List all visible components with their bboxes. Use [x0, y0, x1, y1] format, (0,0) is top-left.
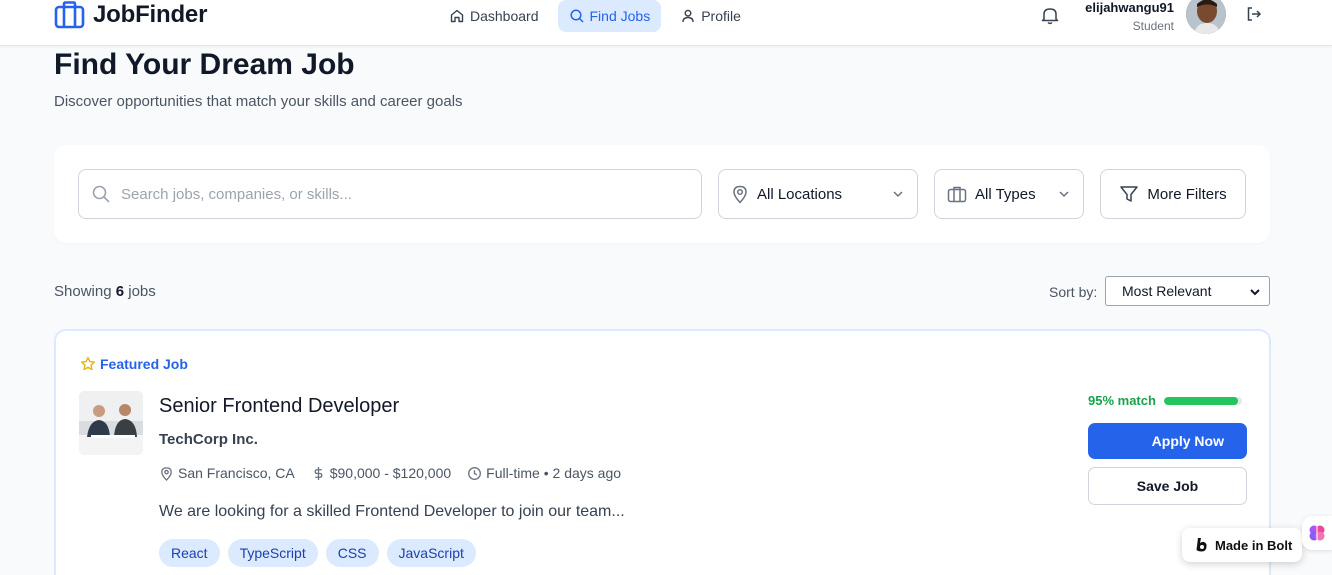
job-card[interactable]: Featured Job Senior Frontend Developer T…: [54, 329, 1271, 575]
nav-dashboard[interactable]: Dashboard: [438, 0, 550, 32]
briefcase-icon: [54, 1, 85, 29]
job-type-dropdown[interactable]: All Types: [934, 169, 1084, 219]
more-filters-label: More Filters: [1147, 185, 1227, 203]
nav-find-jobs-label: Find Jobs: [589, 8, 651, 24]
skill-tags: React TypeScript CSS JavaScript: [159, 539, 476, 567]
chevron-down-icon: [1250, 289, 1260, 296]
job-description: We are looking for a skilled Frontend De…: [159, 503, 625, 520]
sort-value: Most Relevant: [1122, 283, 1212, 299]
logout-icon[interactable]: [1245, 5, 1263, 23]
location-dropdown[interactable]: All Locations: [718, 169, 918, 219]
dollar-icon: [314, 466, 323, 480]
job-location: San Francisco, CA: [159, 465, 295, 481]
job-type-value: All Types: [975, 185, 1036, 203]
bolt-logo-icon: [1196, 538, 1207, 552]
app-logo[interactable]: JobFinder: [54, 1, 207, 29]
job-type-posted: Full-time • 2 days ago: [467, 465, 621, 481]
bell-icon[interactable]: [1039, 4, 1061, 26]
home-icon: [450, 9, 464, 23]
search-icon: [569, 9, 584, 23]
app-name: JobFinder: [93, 1, 208, 28]
match-bar-fill: [1163, 396, 1239, 405]
main-nav: Dashboard Find Jobs Profile: [438, 0, 752, 32]
results-count: Showing 6 jobs: [54, 283, 156, 300]
filter-panel: All Locations All Types More Filters: [54, 145, 1270, 243]
page-title: Find Your Dream Job: [54, 48, 355, 81]
featured-label: Featured Job: [100, 356, 188, 372]
job-type-posted-text: Full-time • 2 days ago: [486, 465, 622, 481]
filter-icon: [1120, 186, 1139, 202]
map-pin-icon: [733, 185, 747, 204]
nav-profile-label: Profile: [701, 8, 741, 24]
user-info[interactable]: elijahwangu91 Student: [1085, 0, 1174, 34]
showing-suffix: jobs: [128, 283, 156, 300]
nav-profile[interactable]: Profile: [669, 0, 752, 32]
page-subtitle: Discover opportunities that match your s…: [54, 93, 463, 110]
brain-icon-graphic: [1309, 525, 1325, 541]
results-number: 6: [115, 283, 125, 300]
job-meta: San Francisco, CA $90,000 - $120,000 Ful…: [159, 465, 621, 481]
chevron-down-icon: [1059, 191, 1069, 198]
user-name: elijahwangu91: [1085, 0, 1174, 15]
save-job-button[interactable]: Save Job: [1088, 467, 1247, 505]
search-input[interactable]: [121, 185, 681, 203]
job-location-text: San Francisco, CA: [178, 465, 295, 481]
nav-dashboard-label: Dashboard: [470, 8, 539, 24]
job-title[interactable]: Senior Frontend Developer: [159, 395, 399, 418]
search-icon: [92, 185, 110, 203]
made-in-bolt-badge[interactable]: Made in Bolt: [1182, 528, 1302, 562]
skill-tag: CSS: [325, 539, 379, 567]
avatar-image: [1186, 0, 1226, 34]
skill-tag: JavaScript: [386, 539, 476, 567]
match-bar: [1163, 396, 1242, 405]
match-label: 95% match: [1088, 393, 1156, 408]
avatar[interactable]: [1186, 0, 1226, 34]
chevron-down-icon: [893, 191, 903, 198]
sort-label: Sort by:: [1049, 284, 1098, 300]
search-field[interactable]: [78, 169, 702, 219]
sort-select[interactable]: Most Relevant: [1105, 276, 1270, 306]
briefcase-icon: [947, 186, 967, 203]
company-name: TechCorp Inc.: [159, 431, 258, 448]
map-pin-icon: [161, 466, 172, 481]
match-score: 95% match: [1088, 393, 1242, 408]
location-value: All Locations: [757, 185, 843, 203]
nav-find-jobs[interactable]: Find Jobs: [557, 0, 662, 32]
company-image: [79, 391, 143, 455]
star-icon: [81, 356, 95, 371]
featured-badge: Featured Job: [80, 356, 188, 372]
job-salary: $90,000 - $120,000: [311, 465, 451, 481]
user-icon: [682, 9, 694, 23]
apply-now-button[interactable]: Apply Now: [1088, 423, 1247, 459]
brain-icon[interactable]: [1302, 516, 1332, 550]
clock-icon: [468, 466, 482, 480]
user-role: Student: [1132, 19, 1174, 33]
top-navbar: JobFinder Dashboard Find Jobs Profile el…: [0, 0, 1332, 46]
more-filters-button[interactable]: More Filters: [1100, 169, 1246, 219]
showing-prefix: Showing: [54, 283, 112, 300]
skill-tag: React: [159, 539, 220, 567]
job-salary-text: $90,000 - $120,000: [329, 465, 452, 481]
skill-tag: TypeScript: [227, 539, 318, 567]
made-in-bolt-label: Made in Bolt: [1215, 537, 1293, 553]
